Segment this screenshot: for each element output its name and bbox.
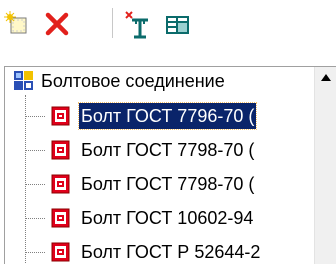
insert-attribute-button[interactable] xyxy=(122,6,156,42)
part-icon xyxy=(51,105,73,127)
tree-root-label: Болтовое соединение xyxy=(41,71,225,91)
tree-item-label: Болт ГОСТ 7798-70 ( xyxy=(81,174,255,194)
insert-attribute-icon xyxy=(122,6,156,42)
tree-item-label: Болт ГОСТ 7798-70 ( xyxy=(81,140,255,160)
scroll-up-button[interactable] xyxy=(315,67,336,89)
new-item-icon xyxy=(2,6,36,42)
delete-button[interactable] xyxy=(40,6,74,42)
tree-item-label: Болт ГОСТ 10602-94 xyxy=(81,208,254,228)
tree-item[interactable]: Болт ГОСТ 7796-70 ( xyxy=(5,99,311,133)
tree-item[interactable]: Болт ГОСТ 7798-70 ( xyxy=(5,167,311,201)
part-icon xyxy=(51,173,73,195)
part-icon xyxy=(51,139,73,161)
tree-item[interactable]: Болт ГОСТ Р 52644-2 xyxy=(5,235,311,264)
tree-item[interactable]: Болт ГОСТ 10602-94 xyxy=(5,201,311,235)
delete-icon xyxy=(40,6,74,42)
toolbar-separator xyxy=(112,8,113,38)
tree-item-label: Болт ГОСТ 7796-70 ( xyxy=(77,102,258,130)
table-view-button[interactable] xyxy=(160,6,194,42)
tree-root[interactable]: Болтовое соединение xyxy=(5,67,311,98)
tree-item-label: Болт ГОСТ Р 52644-2 xyxy=(81,242,261,262)
tree-view[interactable]: Болтовое соединение Болт ГОСТ 7796-70 ( … xyxy=(4,66,336,264)
toolbar xyxy=(0,0,336,52)
new-item-button[interactable] xyxy=(2,6,36,42)
vertical-scrollbar[interactable] xyxy=(314,67,336,264)
tree-item[interactable]: Болт ГОСТ 7798-70 ( xyxy=(5,133,311,167)
part-icon xyxy=(51,207,73,229)
table-view-icon xyxy=(160,6,194,42)
part-icon xyxy=(51,241,73,263)
assembly-icon xyxy=(13,70,35,92)
scroll-up-arrow-icon xyxy=(315,74,336,81)
